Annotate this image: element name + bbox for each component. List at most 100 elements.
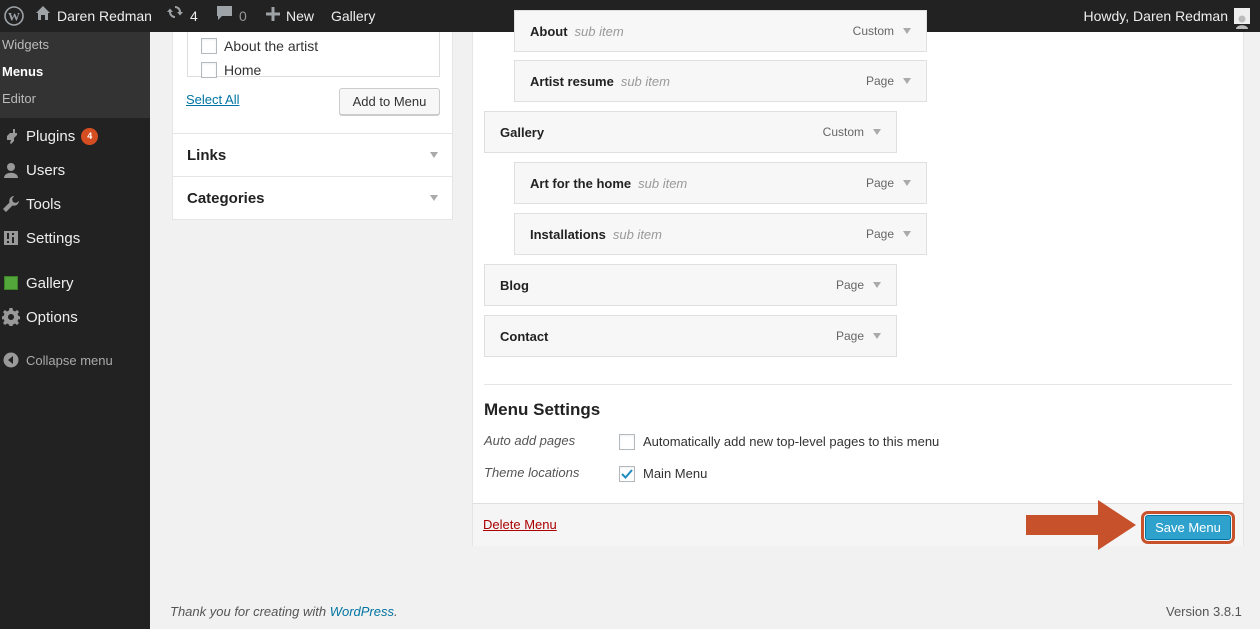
menu-edit-panel: About sub item Custom Artist resume sub …	[472, 10, 1244, 546]
submenu-item-menus[interactable]: Menus	[0, 61, 150, 88]
chevron-down-icon[interactable]	[873, 333, 881, 339]
updates-link[interactable]: 4	[166, 0, 198, 32]
submenu-item-widgets[interactable]: Widgets	[0, 34, 150, 61]
home-icon	[35, 0, 51, 32]
footer-version: Version 3.8.1	[1166, 604, 1242, 619]
gallery-icon	[2, 274, 20, 292]
collapse-menu-button[interactable]: Collapse menu	[0, 345, 150, 375]
menu-item-type: Custom	[853, 24, 911, 38]
select-all-link[interactable]: Select All	[186, 92, 239, 107]
sidebar-item-label: Users	[26, 161, 66, 179]
chevron-down-icon[interactable]	[873, 282, 881, 288]
updates-icon	[166, 0, 184, 32]
menu-item-title: Blog	[500, 277, 529, 293]
appearance-submenu: Widgets Menus Editor	[0, 32, 150, 118]
page-label: About the artist	[224, 38, 319, 54]
menu-item-type-label: Custom	[852, 24, 894, 38]
menu-settings-title: Menu Settings	[484, 400, 601, 419]
wordpress-logo-icon[interactable]: W	[4, 0, 24, 32]
links-section-toggle[interactable]: Links	[173, 133, 452, 176]
main-menu-checkbox[interactable]	[619, 465, 635, 482]
menu-item-about[interactable]: About sub item Custom	[514, 10, 927, 52]
sidebar-item-settings[interactable]: Settings	[0, 223, 150, 253]
menu-item-type: Page	[836, 329, 881, 343]
page-label: Home	[224, 62, 262, 78]
account-menu[interactable]: Howdy, Daren Redman	[1084, 0, 1250, 32]
menu-item-blog[interactable]: Blog Page	[484, 264, 897, 306]
add-to-menu-button[interactable]: Add to Menu	[339, 88, 440, 115]
auto-add-option[interactable]: Automatically add new top-level pages to…	[619, 433, 939, 450]
wordpress-link[interactable]: WordPress	[330, 604, 394, 619]
howdy-text: Howdy, Daren Redman	[1083, 8, 1228, 24]
main-menu-option[interactable]: Main Menu	[619, 465, 707, 482]
plugin-icon	[2, 127, 20, 145]
menu-item-art-for-the-home[interactable]: Art for the home sub item Page	[514, 162, 927, 204]
site-name-link[interactable]: Daren Redman	[35, 0, 152, 32]
chevron-down-icon[interactable]	[873, 129, 881, 135]
sidebar-item-gallery[interactable]: Gallery	[0, 268, 150, 298]
comment-icon	[216, 0, 233, 32]
menu-item-artist-resume[interactable]: Artist resume sub item Page	[514, 60, 927, 102]
auto-add-checkbox[interactable]	[619, 433, 635, 450]
section-divider	[484, 384, 1232, 385]
sidebar-item-label: Gallery	[26, 274, 74, 292]
new-label: New	[286, 8, 315, 24]
menu-item-subtag: sub item	[620, 73, 670, 89]
menu-item-title: Artist resume	[530, 73, 614, 89]
menu-item-type-label: Page	[835, 278, 864, 292]
menu-item-installations[interactable]: Installations sub item Page	[514, 213, 927, 255]
checklist-item[interactable]: About the artist	[201, 36, 318, 56]
menu-item-type: Page	[866, 74, 911, 88]
theme-locations-label: Theme locations	[484, 465, 580, 480]
page-checkbox[interactable]	[201, 62, 217, 78]
comments-link[interactable]: 0	[216, 0, 247, 32]
sidebar-item-users[interactable]: Users	[0, 155, 150, 185]
menu-item-title: Gallery	[500, 124, 545, 140]
menu-item-title: Art for the home	[530, 175, 632, 191]
plus-icon	[266, 0, 280, 32]
submenu-item-editor[interactable]: Editor	[0, 88, 150, 115]
menu-item-type: Page	[866, 227, 911, 241]
footer-thanks: Thank you for creating with WordPress.	[170, 604, 398, 619]
sidebar-item-label: Settings	[26, 229, 81, 247]
menu-item-gallery[interactable]: Gallery Custom	[484, 111, 897, 153]
chevron-down-icon	[430, 152, 438, 158]
section-title-links: Links	[187, 146, 227, 164]
checklist-item[interactable]: Home	[201, 60, 261, 80]
new-content-link[interactable]: New	[266, 0, 314, 32]
menu-item-contact[interactable]: Contact Page	[484, 315, 897, 357]
svg-text:W: W	[8, 10, 20, 24]
admin-bar-gallery-link[interactable]: Gallery	[331, 0, 375, 32]
menu-item-type-label: Page	[835, 329, 864, 343]
tools-icon	[2, 195, 20, 213]
gear-icon	[2, 308, 20, 326]
footer-thanks-prefix: Thank you for creating with	[170, 604, 330, 619]
auto-add-pages-label: Auto add pages	[484, 433, 576, 448]
sidebar-item-options[interactable]: Options	[0, 302, 150, 332]
chevron-down-icon	[430, 195, 438, 201]
page-checkbox[interactable]	[201, 38, 217, 54]
save-menu-button[interactable]: Save Menu	[1141, 511, 1235, 544]
avatar	[1234, 8, 1250, 29]
menu-item-title: About	[530, 23, 568, 39]
add-menu-items-box: About the artist Home Select All Add to …	[172, 32, 453, 220]
chevron-down-icon[interactable]	[903, 180, 911, 186]
chevron-down-icon[interactable]	[903, 231, 911, 237]
collapse-menu-label: Collapse menu	[26, 352, 113, 368]
admin-bar-gallery-label: Gallery	[331, 8, 376, 24]
footer-thanks-suffix: .	[394, 604, 398, 619]
delete-menu-link[interactable]: Delete Menu	[483, 517, 557, 532]
sidebar-item-tools[interactable]: Tools	[0, 189, 150, 219]
sidebar-item-label: Plugins	[26, 127, 76, 145]
menu-item-title: Contact	[500, 328, 549, 344]
menu-item-type: Page	[836, 278, 881, 292]
categories-section-toggle[interactable]: Categories	[173, 176, 452, 219]
chevron-down-icon[interactable]	[903, 78, 911, 84]
sidebar-item-label: Tools	[26, 195, 62, 213]
chevron-down-icon[interactable]	[903, 28, 911, 34]
sidebar-item-plugins[interactable]: Plugins 4	[0, 121, 150, 151]
collapse-arrow-icon	[2, 351, 20, 369]
menu-item-type-label: Page	[865, 74, 894, 88]
plugins-update-badge: 4	[81, 127, 99, 145]
updates-count: 4	[190, 8, 198, 24]
